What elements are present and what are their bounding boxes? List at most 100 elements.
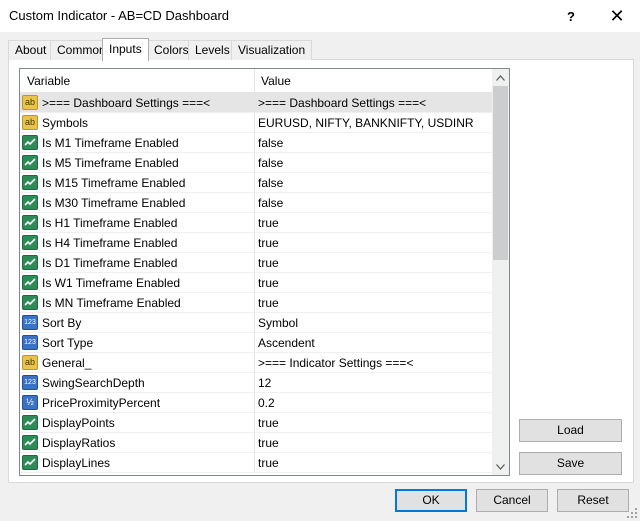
tab-levels[interactable]: Levels: [188, 40, 237, 60]
tab-visualization[interactable]: Visualization: [231, 40, 313, 60]
variable-cell[interactable]: ab Symbols: [20, 113, 255, 133]
value-cell[interactable]: >=== Indicator Settings ===<: [255, 353, 492, 373]
table-row[interactable]: Is M5 Timeframe Enabled false: [20, 153, 492, 173]
cancel-button[interactable]: Cancel: [476, 489, 548, 512]
inputs-grid: Variable Value ab >=== Dashboard Settings…: [19, 68, 510, 476]
variable-cell[interactable]: ½ PriceProximityPercent: [20, 393, 255, 413]
table-row[interactable]: 123 Sort Type Ascendent: [20, 333, 492, 353]
value-cell[interactable]: true: [255, 253, 492, 273]
variable-cell[interactable]: Is M5 Timeframe Enabled: [20, 153, 255, 173]
table-row[interactable]: ab General_ >=== Indicator Settings ===<: [20, 353, 492, 373]
table-row[interactable]: Is M30 Timeframe Enabled false: [20, 193, 492, 213]
column-header-value[interactable]: Value: [255, 69, 492, 93]
double-type-icon: ½: [22, 395, 38, 410]
table-row[interactable]: Is H1 Timeframe Enabled true: [20, 213, 492, 233]
table-row[interactable]: ab Symbols EURUSD, NIFTY, BANKNIFTY, USDIN…: [20, 113, 492, 133]
table-row[interactable]: Is M15 Timeframe Enabled false: [20, 173, 492, 193]
bool-type-icon: [22, 435, 38, 450]
variable-cell[interactable]: Is H4 Timeframe Enabled: [20, 233, 255, 253]
string-type-icon: ab: [22, 115, 38, 130]
integer-type-icon: 123: [22, 315, 38, 330]
table-row[interactable]: Is W1 Timeframe Enabled true: [20, 273, 492, 293]
value-cell[interactable]: false: [255, 133, 492, 153]
variable-cell[interactable]: 123 Sort Type: [20, 333, 255, 353]
value-cell[interactable]: 12: [255, 373, 492, 393]
grid-rows: ab >=== Dashboard Settings ===< >=== Dashb…: [20, 93, 492, 473]
variable-cell[interactable]: DisplayLines: [20, 453, 255, 473]
value-cell[interactable]: true: [255, 453, 492, 473]
table-row[interactable]: 123 SwingSearchDepth 12: [20, 373, 492, 393]
reset-button[interactable]: Reset: [557, 489, 629, 512]
table-row[interactable]: Is H4 Timeframe Enabled true: [20, 233, 492, 253]
bool-type-icon: [22, 275, 38, 290]
variable-cell[interactable]: 123 Sort By: [20, 313, 255, 333]
string-type-icon: ab: [22, 95, 38, 110]
value-cell[interactable]: true: [255, 213, 492, 233]
value-cell[interactable]: EURUSD, NIFTY, BANKNIFTY, USDINR: [255, 113, 492, 133]
table-row[interactable]: ½ PriceProximityPercent 0.2: [20, 393, 492, 413]
variable-cell[interactable]: Is M1 Timeframe Enabled: [20, 133, 255, 153]
variable-label: Is W1 Timeframe Enabled: [42, 276, 181, 290]
value-cell[interactable]: true: [255, 433, 492, 453]
table-row[interactable]: Is D1 Timeframe Enabled true: [20, 253, 492, 273]
variable-cell[interactable]: DisplayPoints: [20, 413, 255, 433]
variable-label: Is M1 Timeframe Enabled: [42, 136, 179, 150]
grid-header: Variable Value: [20, 69, 492, 93]
load-button[interactable]: Load: [519, 419, 622, 442]
tab-about[interactable]: About: [8, 40, 54, 60]
scroll-thumb[interactable]: [493, 86, 508, 260]
value-cell[interactable]: false: [255, 173, 492, 193]
variable-label: Is H4 Timeframe Enabled: [42, 236, 178, 250]
scroll-up-icon[interactable]: [492, 69, 509, 86]
integer-type-icon: 123: [22, 335, 38, 350]
variable-label: Sort Type: [42, 336, 94, 350]
table-row[interactable]: DisplayLines true: [20, 453, 492, 473]
variable-label: Symbols: [42, 116, 89, 130]
variable-label: Is M5 Timeframe Enabled: [42, 156, 179, 170]
tab-inputs[interactable]: Inputs: [102, 38, 149, 61]
variable-cell[interactable]: ab >=== Dashboard Settings ===<: [20, 93, 255, 113]
variable-cell[interactable]: Is D1 Timeframe Enabled: [20, 253, 255, 273]
variable-cell[interactable]: Is MN Timeframe Enabled: [20, 293, 255, 313]
variable-label: Is H1 Timeframe Enabled: [42, 216, 178, 230]
value-cell[interactable]: Ascendent: [255, 333, 492, 353]
variable-cell[interactable]: ab General_: [20, 353, 255, 373]
scroll-down-icon[interactable]: [492, 458, 509, 475]
table-row[interactable]: Is MN Timeframe Enabled true: [20, 293, 492, 313]
variable-cell[interactable]: Is M15 Timeframe Enabled: [20, 173, 255, 193]
help-button[interactable]: ?: [548, 0, 594, 32]
bool-type-icon: [22, 295, 38, 310]
value-cell[interactable]: false: [255, 193, 492, 213]
table-row[interactable]: Is M1 Timeframe Enabled false: [20, 133, 492, 153]
table-row[interactable]: ab >=== Dashboard Settings ===< >=== Dashb…: [20, 93, 492, 113]
resize-grip-icon[interactable]: [626, 507, 638, 519]
value-cell[interactable]: true: [255, 413, 492, 433]
variable-label: Is M15 Timeframe Enabled: [42, 176, 186, 190]
table-row[interactable]: 123 Sort By Symbol: [20, 313, 492, 333]
variable-cell[interactable]: Is W1 Timeframe Enabled: [20, 273, 255, 293]
value-cell[interactable]: >=== Dashboard Settings ===<: [255, 93, 492, 113]
value-cell[interactable]: true: [255, 293, 492, 313]
variable-label: DisplayLines: [42, 456, 111, 470]
bool-type-icon: [22, 215, 38, 230]
variable-cell[interactable]: 123 SwingSearchDepth: [20, 373, 255, 393]
table-row[interactable]: DisplayRatios true: [20, 433, 492, 453]
variable-label: Sort By: [42, 316, 82, 330]
string-type-icon: ab: [22, 355, 38, 370]
value-cell[interactable]: false: [255, 153, 492, 173]
save-button[interactable]: Save: [519, 452, 622, 475]
variable-cell[interactable]: DisplayRatios: [20, 433, 255, 453]
bool-type-icon: [22, 255, 38, 270]
variable-cell[interactable]: Is M30 Timeframe Enabled: [20, 193, 255, 213]
close-button[interactable]: ✕: [594, 0, 640, 32]
value-cell[interactable]: Symbol: [255, 313, 492, 333]
value-cell[interactable]: true: [255, 273, 492, 293]
table-row[interactable]: DisplayPoints true: [20, 413, 492, 433]
value-cell[interactable]: 0.2: [255, 393, 492, 413]
column-header-variable[interactable]: Variable: [20, 69, 255, 93]
vertical-scrollbar[interactable]: [492, 69, 509, 475]
value-cell[interactable]: true: [255, 233, 492, 253]
variable-label: DisplayRatios: [42, 436, 116, 450]
variable-cell[interactable]: Is H1 Timeframe Enabled: [20, 213, 255, 233]
ok-button[interactable]: OK: [395, 489, 467, 512]
